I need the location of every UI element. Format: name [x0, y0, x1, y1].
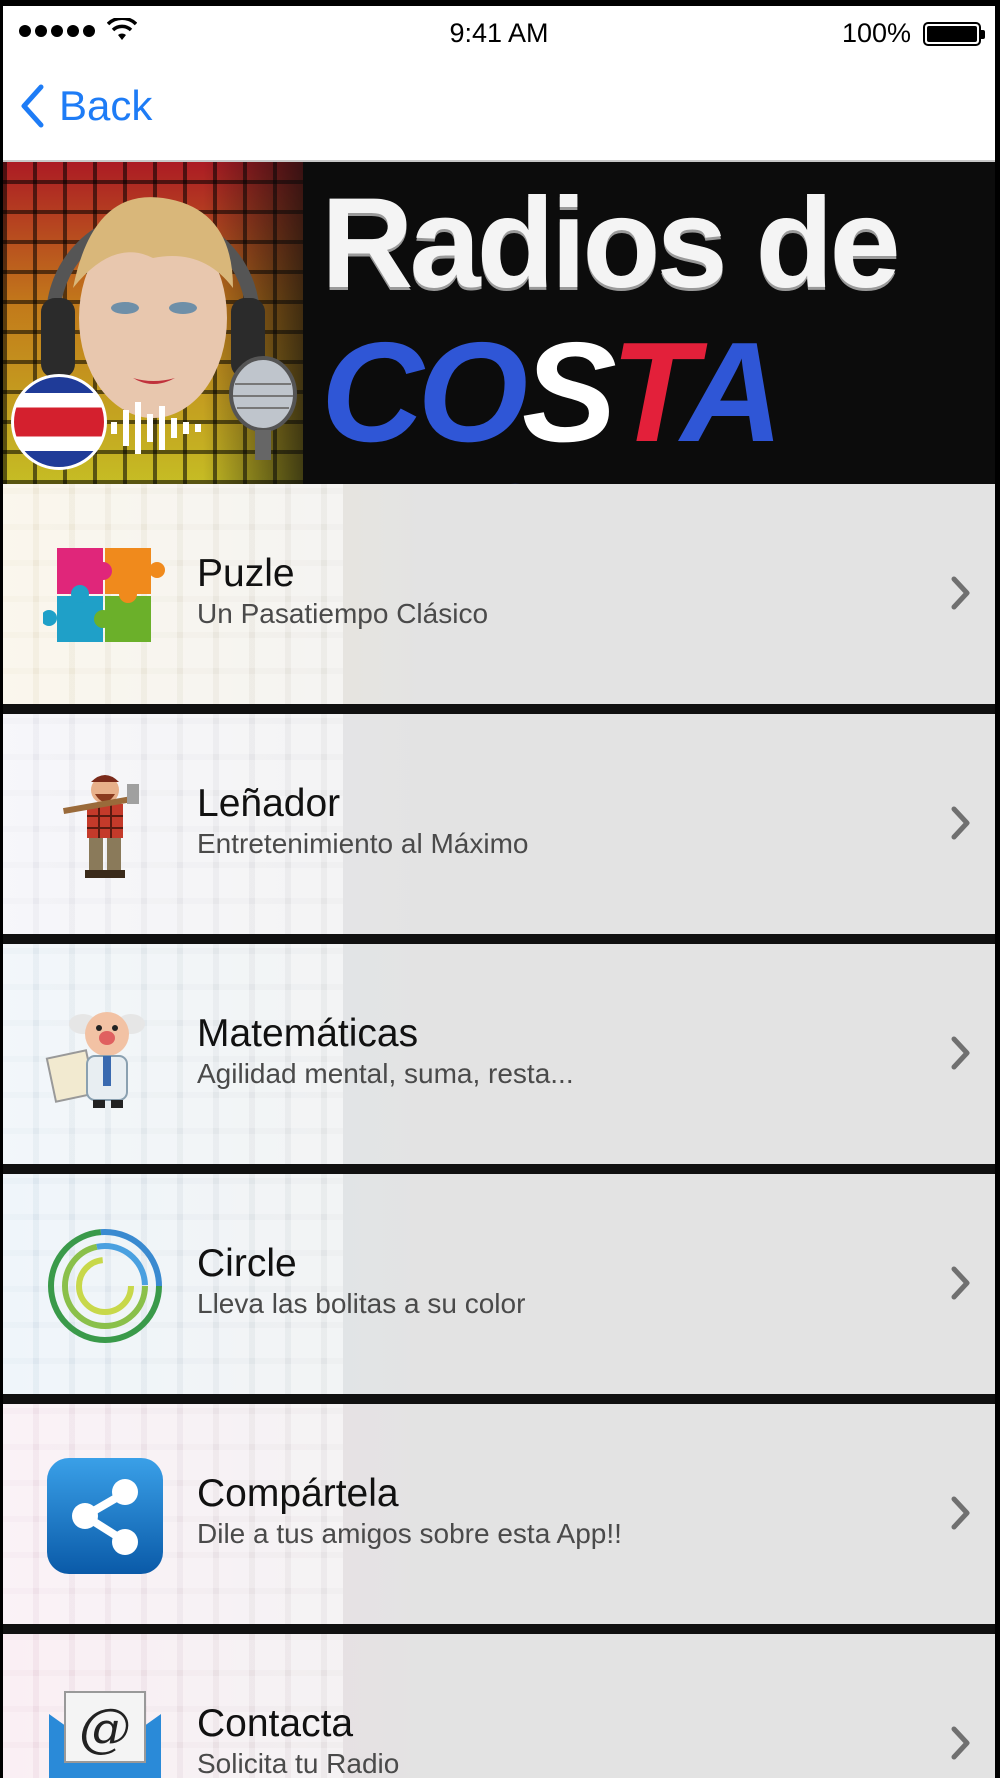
- banner-title: Radios de: [321, 172, 901, 315]
- lumberjack-icon: [63, 775, 139, 878]
- navigation-bar: Back: [3, 60, 995, 162]
- menu-item-title: Compártela: [197, 1472, 399, 1515]
- menu-item-title: Leñador: [197, 782, 341, 825]
- app-screen: 9:41 AM 100% Back Radios de COSTA Puzle …: [0, 0, 1000, 1778]
- menu-item-contacta[interactable]: @ Contacta Solicita tu Radio: [3, 1634, 995, 1778]
- list-divider: [3, 1164, 995, 1174]
- professor-icon: [45, 1012, 145, 1108]
- menu-item-puzle[interactable]: Puzle Un Pasatiempo Clásico: [3, 484, 995, 704]
- puzzle-icon: [43, 548, 165, 642]
- chevron-right-icon: [951, 1496, 970, 1530]
- menu-item-subtitle: Entretenimiento al Máximo: [197, 828, 529, 859]
- chevron-right-icon: [951, 1266, 970, 1300]
- costa-rica-flag-icon: [11, 374, 107, 470]
- back-button[interactable]: Back: [19, 82, 152, 130]
- menu-item-matematicas[interactable]: Matemáticas Agilidad mental, suma, resta…: [3, 944, 995, 1164]
- menu-item-title: Matemáticas: [197, 1012, 419, 1055]
- chevron-right-icon: [951, 806, 970, 840]
- menu-item-subtitle: Un Pasatiempo Clásico: [197, 598, 489, 629]
- menu-item-subtitle: Solicita tu Radio: [197, 1748, 400, 1778]
- list-divider: [3, 1394, 995, 1404]
- menu-item-title: Circle: [197, 1242, 297, 1285]
- list-divider: [3, 934, 995, 944]
- microphone-icon: [229, 356, 297, 460]
- menu-item-subtitle: Lleva las bolitas a su color: [197, 1288, 526, 1319]
- list-divider: [3, 704, 995, 714]
- battery-percentage: 100%: [841, 18, 911, 48]
- svg-text:@: @: [79, 1699, 131, 1759]
- chevron-right-icon: [951, 1726, 970, 1760]
- mail-at-icon: @: [49, 1691, 161, 1778]
- header-banner: Radios de COSTA RICA: [3, 162, 995, 484]
- menu-item-subtitle: Agilidad mental, suma, resta...: [197, 1058, 574, 1089]
- menu-item-subtitle: Dile a tus amigos sobre esta App!!: [197, 1518, 622, 1549]
- battery-icon: [923, 22, 985, 46]
- sound-wave-icon: [111, 402, 201, 454]
- back-label: Back: [59, 82, 153, 129]
- chevron-right-icon: [951, 1036, 970, 1070]
- status-bar: 9:41 AM 100%: [3, 6, 995, 60]
- share-icon: [47, 1458, 163, 1574]
- banner-subtitle: COSTA RICA: [321, 313, 778, 485]
- menu-item-title: Contacta: [197, 1702, 354, 1745]
- menu-item-lenador[interactable]: Leñador Entretenimiento al Máximo: [3, 714, 995, 934]
- menu-item-circle[interactable]: Circle Lleva las bolitas a su color: [3, 1174, 995, 1394]
- menu-item-title: Puzle: [197, 552, 295, 595]
- chevron-right-icon: [951, 576, 970, 610]
- menu-item-compartela[interactable]: Compártela Dile a tus amigos sobre esta …: [3, 1404, 995, 1624]
- list-divider: [3, 1624, 995, 1634]
- circle-rings-icon: [48, 1229, 162, 1343]
- chevron-left-icon: [21, 84, 44, 128]
